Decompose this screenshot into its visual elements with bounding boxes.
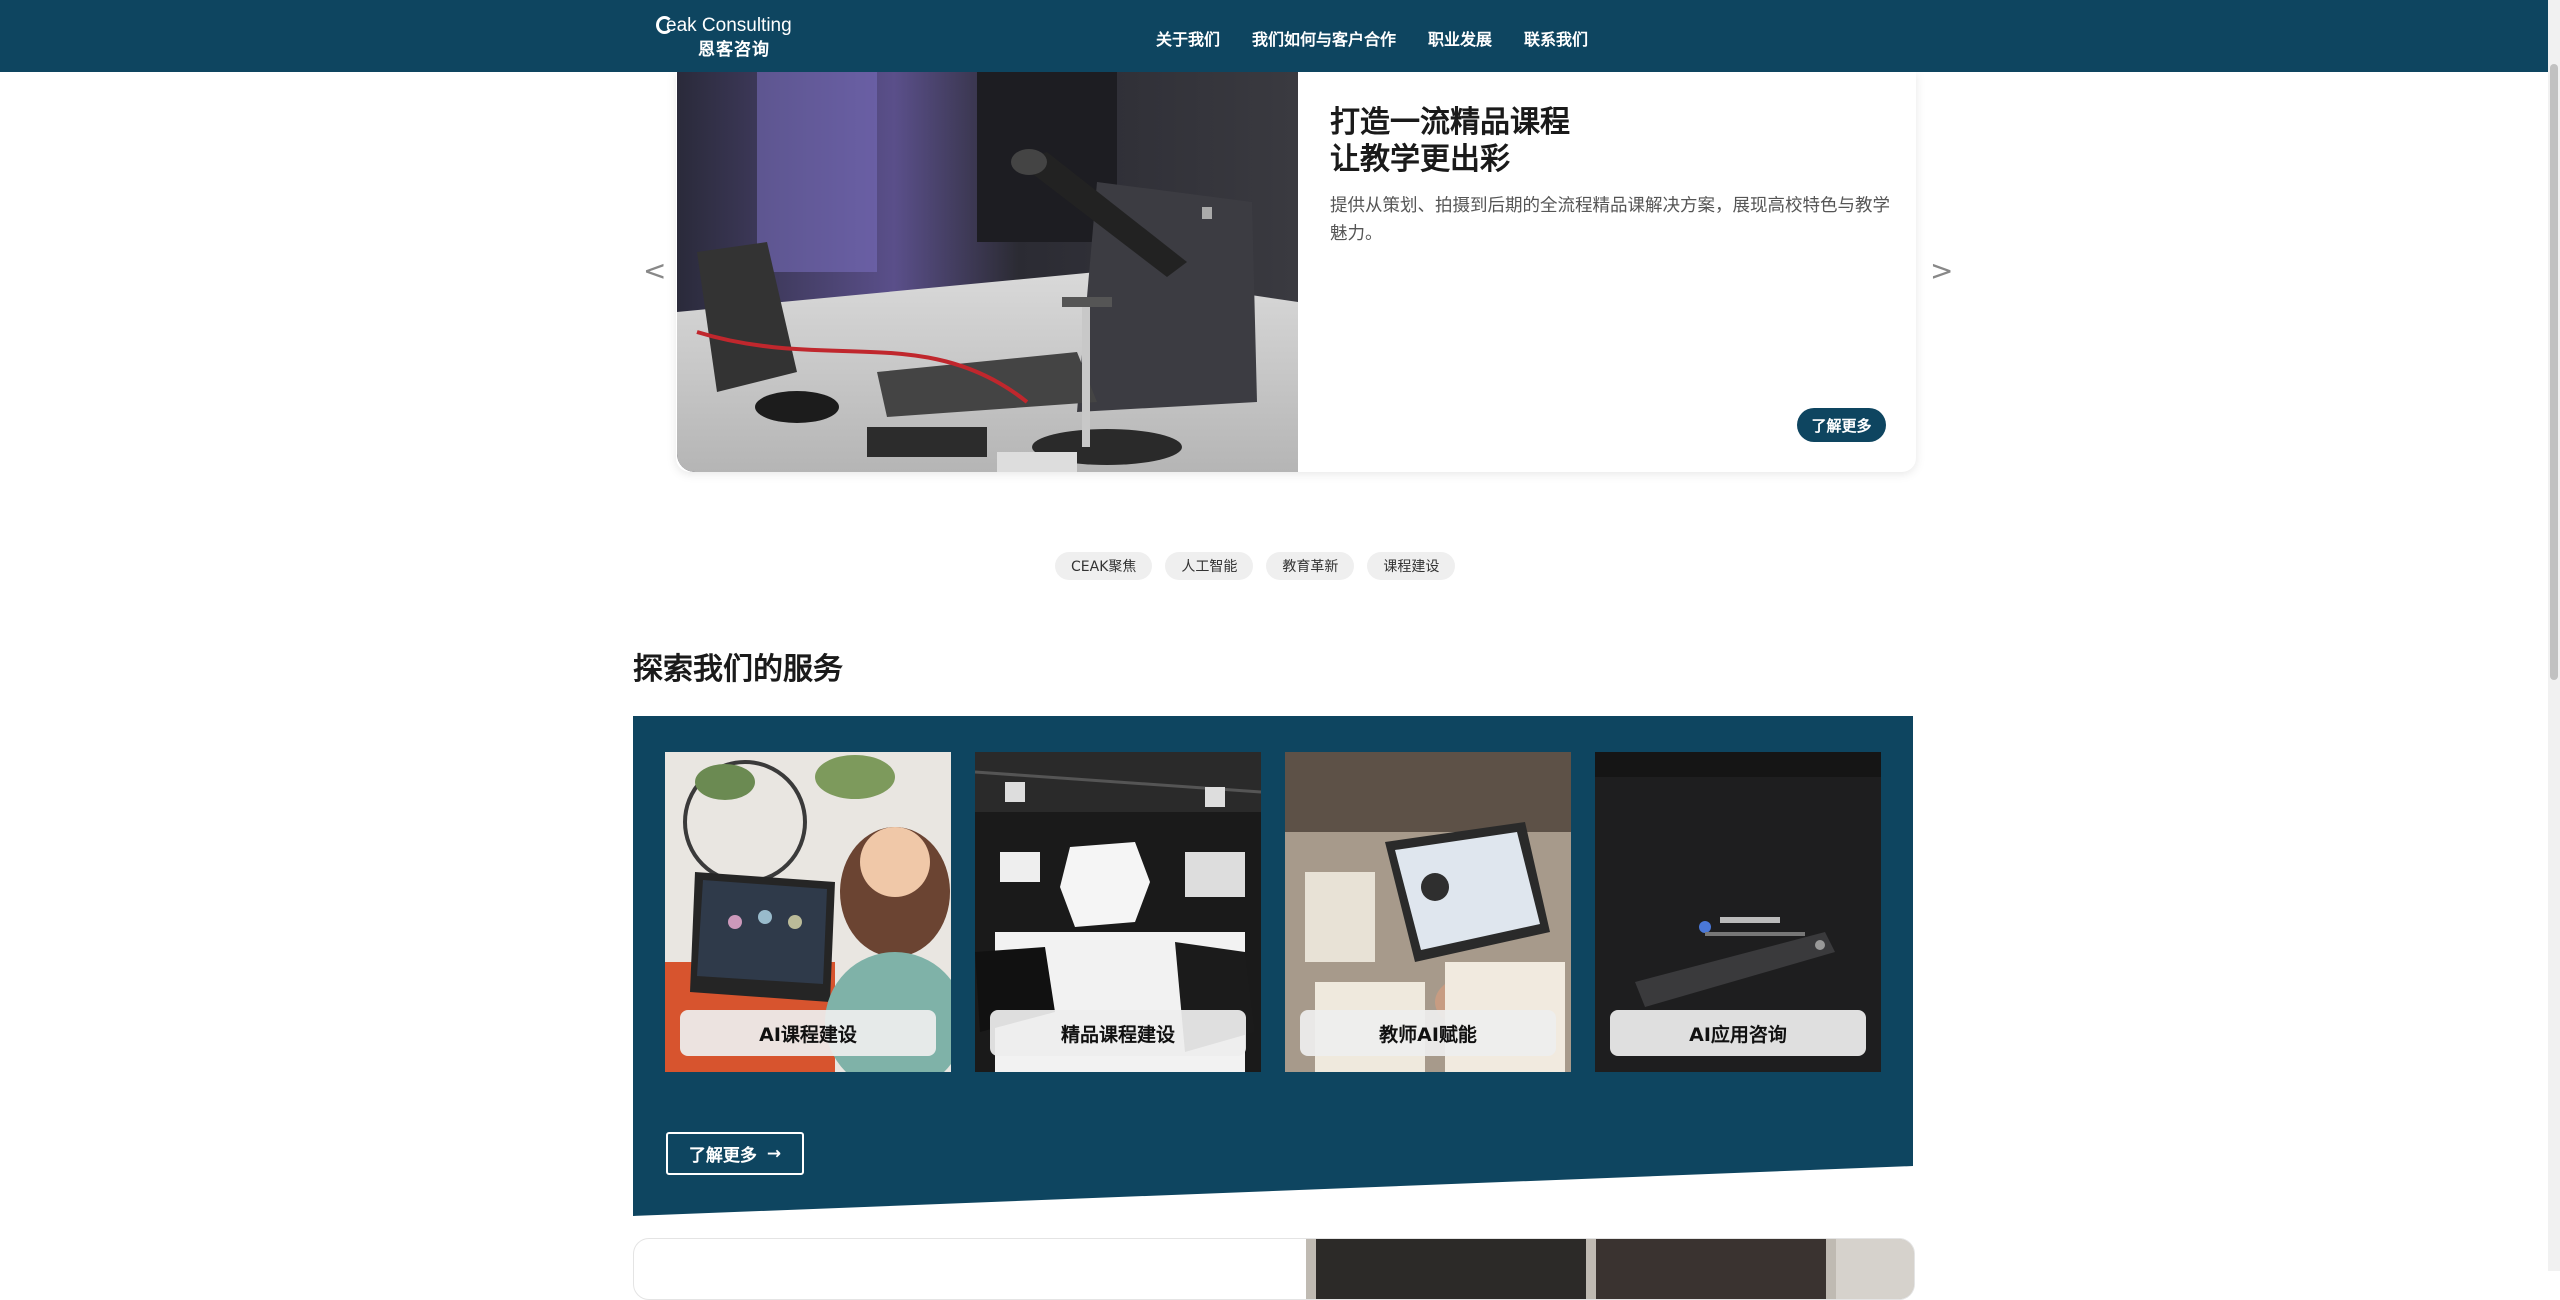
services-learn-more-label: 了解更多 bbox=[688, 1146, 757, 1166]
topic-tags: CEAK聚焦 人工智能 教育革新 课程建设 bbox=[1055, 552, 1468, 580]
hero-title-line1: 打造一流精品课程 bbox=[1330, 105, 1570, 140]
page-scrollbar[interactable] bbox=[2548, 0, 2560, 1271]
service-label-teacher-ai: 教师AI赋能 bbox=[1300, 1010, 1556, 1056]
nav-how-we-work[interactable]: 我们如何与客户合作 bbox=[1252, 26, 1396, 50]
logo-chinese: 恩客咨询 bbox=[698, 40, 770, 60]
service-card-ai-consulting[interactable]: AI应用咨询 bbox=[1595, 752, 1881, 1072]
tag-education-innovation[interactable]: 教育革新 bbox=[1266, 552, 1355, 580]
service-label-ai-course: AI课程建设 bbox=[680, 1010, 936, 1056]
site-header: eak Consulting 恩客咨询 关于我们 我们如何与客户合作 职业发展 … bbox=[0, 0, 2560, 72]
service-label-ai-consulting: AI应用咨询 bbox=[1610, 1010, 1866, 1056]
arrow-right-icon: → bbox=[766, 1143, 782, 1164]
hero-learn-more-button[interactable]: 了解更多 bbox=[1797, 408, 1886, 442]
tag-ai[interactable]: 人工智能 bbox=[1165, 552, 1254, 580]
hero-microphone-image bbox=[677, 72, 1298, 472]
service-card-teacher-ai[interactable]: 教师AI赋能 bbox=[1285, 752, 1571, 1072]
nav-about[interactable]: 关于我们 bbox=[1156, 26, 1220, 50]
service-card-ai-course[interactable]: AI课程建设 bbox=[665, 752, 951, 1072]
tag-course-building[interactable]: 课程建设 bbox=[1367, 552, 1456, 580]
main-nav: 关于我们 我们如何与客户合作 职业发展 联系我们 bbox=[1156, 26, 1620, 50]
services-learn-more-button[interactable]: 了解更多 → bbox=[666, 1132, 804, 1175]
service-card-premium-course[interactable]: 精品课程建设 bbox=[975, 752, 1261, 1072]
next-section-card bbox=[633, 1238, 1915, 1300]
nav-careers[interactable]: 职业发展 bbox=[1428, 26, 1492, 50]
carousel-next-button[interactable]: > bbox=[1930, 254, 1953, 287]
service-label-premium-course: 精品课程建设 bbox=[990, 1010, 1246, 1056]
carousel-prev-button[interactable]: < bbox=[643, 254, 666, 287]
nav-contact[interactable]: 联系我们 bbox=[1524, 26, 1588, 50]
logo-english: eak Consulting bbox=[666, 15, 792, 36]
hero-title: 打造一流精品课程 让教学更出彩 bbox=[1330, 104, 1570, 178]
scrollbar-thumb[interactable] bbox=[2550, 64, 2558, 680]
tag-ceak-focus[interactable]: CEAK聚焦 bbox=[1055, 552, 1153, 580]
hero-title-line2: 让教学更出彩 bbox=[1330, 142, 1510, 177]
hero-description: 提供从策划、拍摄到后期的全流程精品课解决方案，展现高校特色与教学魅力。 bbox=[1330, 196, 1890, 244]
next-section-image bbox=[1306, 1239, 1914, 1299]
services-section-title: 探索我们的服务 bbox=[633, 652, 843, 687]
